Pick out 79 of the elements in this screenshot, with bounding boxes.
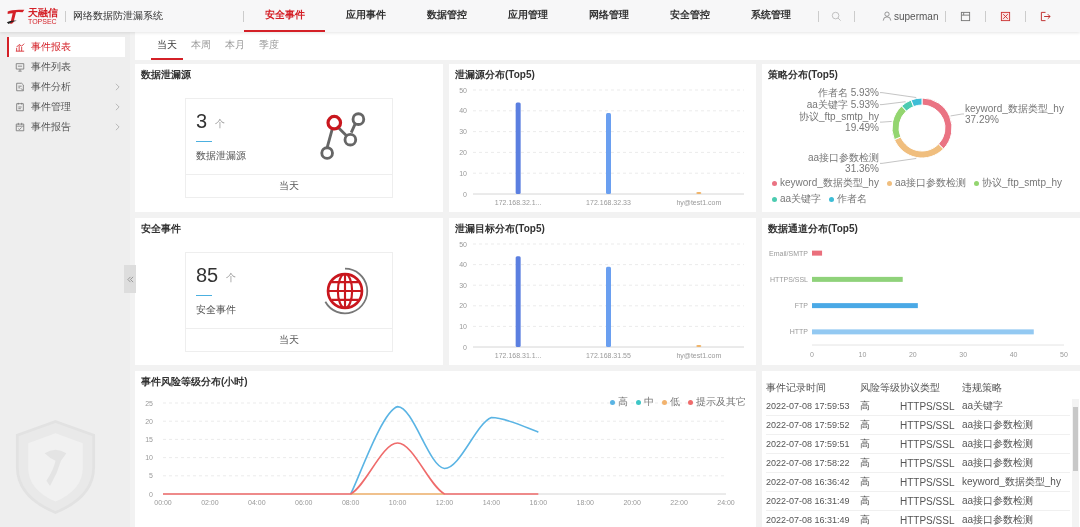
legend-label[interactable]: aa接口参数检测 — [894, 176, 967, 190]
table-cell-text: 高 — [860, 475, 871, 489]
slice-label: 作者名 5.93% — [817, 87, 879, 99]
table-cell-text: HTTPS/SSL — [900, 438, 956, 450]
table-cell-text: 2022-07-08 17:58:22 — [766, 458, 851, 468]
table-cell-text: 2022-07-08 17:59:53 — [766, 401, 851, 411]
sidebar-item[interactable]: 事件报表 — [7, 37, 125, 57]
nav-tab[interactable]: 安全管控 — [649, 0, 730, 32]
slice-label: 协议_ftp_smtp_hy 19.49% — [798, 111, 879, 134]
nav-tab[interactable]: 应用管理 — [487, 0, 568, 32]
table-cell-text: HTTPS/SSL — [900, 457, 956, 469]
user-menu[interactable]: superman — [882, 10, 939, 22]
panel-title: 泄漏目标分布(Top5) — [454, 222, 546, 236]
table-cell-text: 高 — [860, 418, 871, 432]
table-cell-text: 2022-07-08 16:31:49 — [766, 515, 851, 525]
slice-label: keyword_数据类型_hy 37.29% — [965, 103, 1064, 125]
panel-title: 策略分布(Top5) — [767, 68, 839, 82]
table-cell-text: aa接口参数检测 — [962, 494, 1035, 508]
table-cell-text: 2022-07-08 16:31:49 — [766, 496, 851, 506]
table-cell-text: 高 — [860, 494, 871, 508]
slice-label: aa接口参数检测 31.36% — [807, 152, 879, 175]
table-cell-text: HTTPS/SSL — [900, 400, 956, 412]
legend-label[interactable]: 高 — [618, 395, 628, 409]
stat-value: 3 — [196, 110, 208, 131]
column-header: 协议类型 — [900, 381, 941, 395]
table-cell-text: keyword_数据类型_hy — [962, 475, 1062, 489]
period-tab[interactable]: 本周 — [185, 32, 217, 60]
period-tab[interactable]: 本月 — [219, 32, 251, 60]
table-cell-text: aa接口参数检测 — [962, 456, 1035, 470]
table-cell-text: aa接口参数检测 — [962, 437, 1035, 451]
period-tab[interactable]: 季度 — [253, 32, 285, 60]
panel-title: 事件风险等级分布(小时) — [140, 375, 249, 389]
nav-tab[interactable]: 数据管控 — [406, 0, 487, 32]
sidebar-item[interactable]: 事件报告 — [7, 117, 125, 137]
legend-label[interactable]: aa关键字 — [780, 192, 822, 206]
panel-title: 泄漏源分布(Top5) — [454, 68, 536, 82]
stat-label: 安全事件 — [196, 302, 237, 317]
table-cell-text: 2022-07-08 16:36:42 — [766, 477, 851, 487]
legend-label[interactable]: 作者名 — [837, 192, 868, 206]
slice-label: aa关键字 5.93% — [806, 99, 879, 111]
column-header: 违规策略 — [962, 381, 1003, 395]
legend-label[interactable]: keyword_数据类型_hy — [780, 176, 879, 190]
table-cell-text: 高 — [860, 513, 871, 527]
table-cell-text: aa关键字 — [962, 399, 1005, 413]
legend-label[interactable]: 提示及其它 — [696, 395, 746, 409]
panel-title: 数据泄漏源 — [140, 68, 192, 82]
panel-title: 安全事件 — [140, 222, 182, 236]
table-cell-text: 高 — [860, 456, 871, 470]
legend-label[interactable]: 中 — [644, 395, 654, 409]
table-cell-text: HTTPS/SSL — [900, 495, 956, 507]
brand-name: 天融信 — [28, 7, 58, 18]
nav-tab[interactable]: 网络管理 — [568, 0, 649, 32]
period-tab[interactable]: 当天 — [151, 32, 183, 60]
table-cell-text: aa接口参数检测 — [962, 418, 1035, 432]
table-cell-text: HTTPS/SSL — [900, 419, 956, 431]
stat-footer: 当天 — [186, 328, 392, 351]
legend-label[interactable]: 协议_ftp_smtp_hy — [982, 176, 1063, 190]
sidebar-item[interactable]: 事件列表 — [7, 57, 125, 77]
stat-footer: 当天 — [186, 174, 392, 197]
system-name: 网络数据防泄漏系统 — [73, 9, 163, 23]
stat-value: 85 — [196, 264, 219, 285]
sidebar-item[interactable]: 事件管理 — [7, 97, 125, 117]
table-cell-text: 2022-07-08 17:59:52 — [766, 420, 851, 430]
table-cell-text: HTTPS/SSL — [900, 476, 956, 488]
table-cell-text: 高 — [860, 437, 871, 451]
legend-label[interactable]: 低 — [670, 395, 680, 409]
column-header: 事件记录时间 — [766, 381, 827, 395]
nav-tab[interactable]: 应用事件 — [325, 0, 406, 32]
stat-unit: 个 — [215, 116, 226, 131]
stat-label: 数据泄漏源 — [196, 148, 246, 163]
table-cell-text: HTTPS/SSL — [900, 514, 956, 526]
nav-tab[interactable]: 系统管理 — [730, 0, 811, 32]
sidebar-item[interactable]: 事件分析 — [7, 77, 125, 97]
table-cell-text: 高 — [860, 399, 871, 413]
stat-unit: 个 — [226, 270, 237, 285]
table-cell-text: aa接口参数检测 — [962, 513, 1035, 527]
table-cell-text: 2022-07-08 17:59:51 — [766, 439, 851, 449]
panel-title: 数据通道分布(Top5) — [767, 222, 859, 236]
column-header: 风险等级 — [860, 381, 900, 395]
